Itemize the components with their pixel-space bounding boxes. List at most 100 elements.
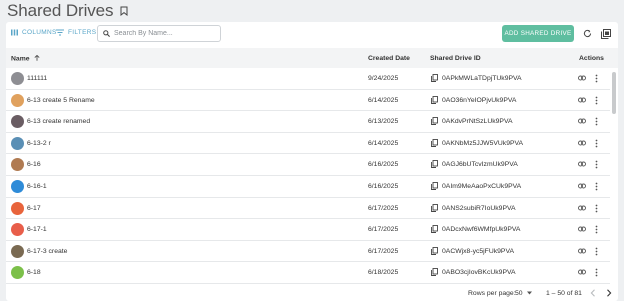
copy-icon[interactable] [431, 95, 438, 106]
next-page-icon[interactable] [606, 289, 612, 299]
filters-button[interactable]: FILTERS [56, 29, 96, 36]
link-icon[interactable] [578, 140, 586, 148]
vertical-scrollbar[interactable] [612, 68, 616, 284]
drive-id: 0AGJ6bUTcvIzmUk9PVA [442, 161, 518, 169]
drive-id: 0AIm9MeAaoPxCUk9PVA [442, 182, 522, 190]
link-icon[interactable] [578, 118, 586, 126]
drive-name[interactable]: 6-13 create 5 Rename [27, 97, 95, 104]
drive-id: 0ANS2subiR7IoUk9PVA [442, 204, 516, 212]
more-options-icon[interactable] [595, 160, 598, 171]
table-row[interactable]: 6-16-1 6/16/2025 0AIm9MeAaoPxCUk9PVA [6, 176, 610, 198]
more-options-icon[interactable] [595, 139, 598, 150]
drive-name[interactable]: 6-13-2 r [27, 140, 51, 147]
more-options-icon[interactable] [595, 182, 598, 193]
table-row[interactable]: 6-13-2 r 6/14/2025 0AKNbMz5JJW5VUk9PVA [6, 133, 610, 155]
drive-avatar [11, 244, 24, 258]
created-date: 9/24/2025 [368, 75, 399, 82]
drive-name[interactable]: 6-17 [27, 205, 41, 212]
created-date: 6/16/2025 [368, 161, 399, 169]
drive-id: 0AKdvPrNtSzLUk9PVA [442, 118, 513, 126]
table-row[interactable]: 6-16 6/16/2025 0AGJ6bUTcvIzmUk9PVA [6, 154, 610, 176]
search-icon [103, 30, 110, 37]
search-box [97, 25, 221, 42]
link-icon[interactable] [578, 205, 586, 213]
search-input[interactable] [114, 30, 214, 37]
copy-icon[interactable] [431, 160, 438, 170]
add-shared-drive-button[interactable]: ADD SHARED DRIVE [502, 25, 574, 42]
drive-name[interactable]: 6-17-1 [27, 226, 47, 233]
filter-icon [56, 29, 64, 36]
column-header-name[interactable]: Name [11, 54, 40, 63]
link-icon[interactable] [578, 226, 586, 234]
copy-icon[interactable] [431, 117, 438, 127]
drive-id: 0APkMWLaTDpjTUk9PVA [442, 75, 522, 82]
link-icon[interactable] [578, 269, 586, 277]
more-options-icon[interactable] [595, 204, 598, 215]
drive-avatar [11, 223, 24, 237]
more-options-icon[interactable] [595, 117, 598, 128]
bookmark-icon[interactable] [120, 3, 128, 21]
export-icon[interactable] [600, 28, 611, 39]
table-row[interactable]: 6-13 create renamed 6/13/2025 0AKdvPrNtSzL… [6, 111, 610, 133]
copy-icon[interactable] [431, 246, 438, 257]
drive-avatar [11, 158, 24, 172]
link-icon[interactable] [578, 161, 586, 169]
more-options-icon[interactable] [595, 247, 598, 258]
drive-id: 0AO36nYeIOPjvUk9PVA [442, 96, 517, 104]
copy-icon[interactable] [431, 268, 438, 278]
shared-drives-card: COLUMNS FILTERS ADD SHARED DRIVE [6, 22, 618, 301]
link-icon[interactable] [578, 248, 586, 256]
more-options-icon[interactable] [595, 268, 598, 279]
drive-name[interactable]: 6-16-1 [27, 183, 47, 190]
table-row[interactable]: 6-13 create 5 Rename 6/14/2025 0AO36nYeIOP… [6, 90, 610, 112]
drive-name[interactable]: 6-17-3 create [27, 248, 67, 255]
table-row[interactable]: 6-18 6/18/2025 0ABO3cjIovBKcUk9PVA [6, 262, 610, 284]
copy-icon[interactable] [431, 182, 438, 192]
created-date: 6/14/2025 [368, 96, 399, 104]
drive-id: 0ADcxNwf6WMfpUk9PVA [442, 226, 521, 234]
table-header: Name Created Date Shared Drive ID Action… [6, 48, 618, 68]
more-options-icon[interactable] [595, 225, 598, 236]
table-row[interactable]: 6-17-3 create 6/17/2025 0ACWjx8-yc5jFUk9PV… [6, 241, 610, 263]
drive-avatar [11, 136, 24, 150]
table-row[interactable]: 111111 9/24/2025 0APkMWLaTDpjTUk9PVA [6, 68, 610, 90]
created-date: 6/14/2025 [368, 139, 399, 147]
column-header-created[interactable]: Created Date [368, 55, 410, 62]
created-date: 6/13/2025 [368, 118, 399, 126]
drive-id: 0ABO3cjIovBKcUk9PVA [442, 269, 516, 277]
page-title: Shared Drives [7, 1, 114, 20]
pagination: Rows per page: 50 1 – 50 of 81 [6, 284, 618, 301]
drive-name[interactable]: 6-16 [27, 161, 41, 168]
link-icon[interactable] [578, 183, 586, 191]
created-date: 6/18/2025 [368, 269, 399, 277]
previous-page-icon[interactable] [590, 289, 596, 299]
link-icon[interactable] [578, 97, 586, 105]
sort-ascending-icon [34, 54, 40, 61]
table-row[interactable]: 6-17 6/17/2025 0ANS2subiR7IoUk9PVA [6, 198, 610, 220]
drive-avatar [11, 266, 24, 280]
drive-name[interactable]: 6-18 [27, 269, 41, 276]
columns-label: COLUMNS [22, 29, 57, 36]
column-header-actions: Actions [579, 55, 604, 62]
rows-per-page-select[interactable]: 50 [515, 290, 533, 297]
drive-name[interactable]: 111111 [27, 75, 47, 82]
drive-avatar [11, 93, 24, 107]
refresh-icon[interactable] [582, 28, 593, 39]
copy-icon[interactable] [431, 203, 438, 214]
drive-avatar [11, 72, 24, 85]
copy-icon[interactable] [431, 138, 438, 149]
link-icon[interactable] [578, 75, 586, 83]
page-header: Shared Drives [0, 0, 624, 22]
column-header-id[interactable]: Shared Drive ID [430, 55, 481, 62]
more-options-icon[interactable] [595, 96, 598, 107]
drive-avatar [11, 115, 24, 129]
copy-icon[interactable] [431, 74, 438, 84]
rows-per-page-label: Rows per page: [468, 290, 516, 297]
scrollbar-thumb[interactable] [612, 72, 616, 114]
more-options-icon[interactable] [595, 74, 598, 85]
columns-button[interactable]: COLUMNS [11, 29, 57, 36]
drive-name[interactable]: 6-13 create renamed [27, 118, 90, 125]
table-row[interactable]: 6-17-1 6/17/2025 0ADcxNwf6WMfpUk9PVA [6, 219, 610, 241]
chevron-down-icon [527, 291, 533, 294]
copy-icon[interactable] [431, 225, 438, 235]
